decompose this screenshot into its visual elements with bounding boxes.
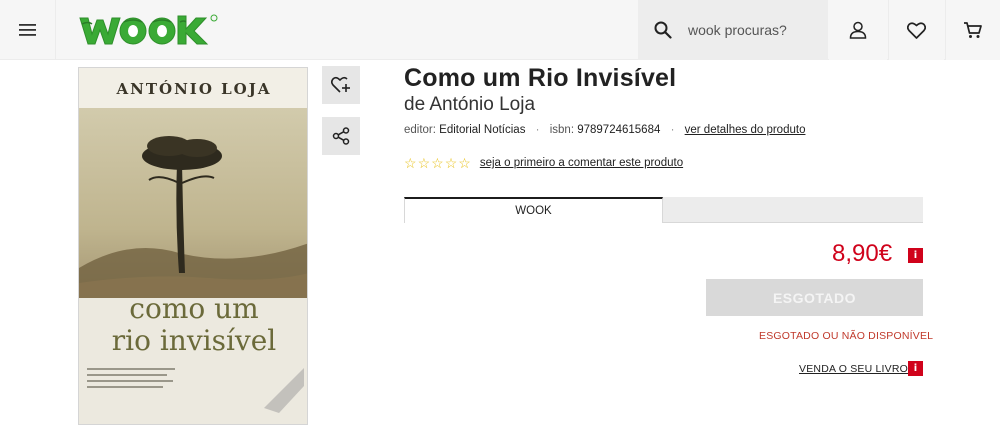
- availability-status: ESGOTADO OU NÃO DISPONÍVEL: [759, 330, 934, 342]
- sell-your-book-link[interactable]: VENDA O SEU LIVRO: [799, 363, 908, 375]
- search-icon: [654, 21, 672, 39]
- user-icon: [849, 21, 867, 39]
- account-button[interactable]: [829, 0, 887, 60]
- site-header: [0, 0, 1000, 60]
- separator-dot: ·: [670, 124, 675, 136]
- star-icon: ☆: [404, 155, 417, 171]
- product-details-link[interactable]: ver detalhes do produto: [685, 124, 806, 136]
- cover-author-text: ANTÓNIO LOJA: [116, 80, 272, 98]
- cover-title-line1: como um: [129, 292, 258, 325]
- wook-logo[interactable]: [78, 12, 220, 48]
- product-author: de António Loja: [404, 94, 535, 116]
- sold-out-button[interactable]: ESGOTADO: [706, 279, 923, 316]
- author-prefix: de: [404, 94, 426, 115]
- star-icon: ☆: [458, 155, 471, 171]
- product-meta: editor: Editorial Notícias · isbn: 97897…: [404, 124, 805, 136]
- star-icon: ☆: [417, 155, 431, 171]
- product-price: 8,90€: [832, 240, 893, 267]
- star-icon: ☆: [444, 155, 458, 171]
- star-icon: ☆: [431, 155, 444, 171]
- isbn-label: isbn:: [549, 124, 575, 136]
- search-bar: [638, 0, 828, 60]
- book-cover-image: ANTÓNIO LOJA como um rio invisível: [79, 68, 307, 424]
- publisher-label: editor:: [404, 124, 436, 136]
- write-review-link[interactable]: seja o primeiro a comentar este produto: [480, 157, 683, 169]
- rating-stars[interactable]: ☆ ☆ ☆ ☆ ☆: [404, 156, 471, 170]
- wishlist-add-icon: [331, 76, 350, 93]
- product-rating: ☆ ☆ ☆ ☆ ☆ seja o primeiro a comentar est…: [404, 156, 683, 170]
- menu-icon: [18, 24, 36, 36]
- add-to-wishlist-button[interactable]: [322, 66, 360, 104]
- book-cover[interactable]: ANTÓNIO LOJA como um rio invisível: [78, 67, 308, 425]
- menu-button[interactable]: [0, 0, 56, 60]
- author-link[interactable]: António Loja: [429, 94, 535, 115]
- tab-wook[interactable]: WOOK: [404, 197, 663, 223]
- share-icon: [332, 127, 350, 145]
- cover-title-line2: rio invisível: [112, 324, 277, 357]
- isbn-value: 9789724615684: [577, 124, 661, 136]
- wishlist-button[interactable]: [888, 0, 944, 60]
- search-button[interactable]: [638, 0, 688, 60]
- sell-info-icon[interactable]: i: [908, 361, 923, 376]
- price-info-icon[interactable]: i: [908, 248, 923, 263]
- cart-button[interactable]: [945, 0, 1000, 60]
- share-button[interactable]: [322, 117, 360, 155]
- cart-icon: [964, 22, 982, 38]
- search-input[interactable]: [688, 22, 818, 38]
- heart-icon: [907, 21, 926, 39]
- seller-tabs: WOOK: [404, 197, 923, 223]
- tab-other[interactable]: [663, 197, 923, 223]
- publisher-name[interactable]: Editorial Notícias: [439, 124, 525, 136]
- product-title: Como um Rio Invisível: [404, 64, 677, 92]
- separator-dot: ·: [535, 124, 540, 136]
